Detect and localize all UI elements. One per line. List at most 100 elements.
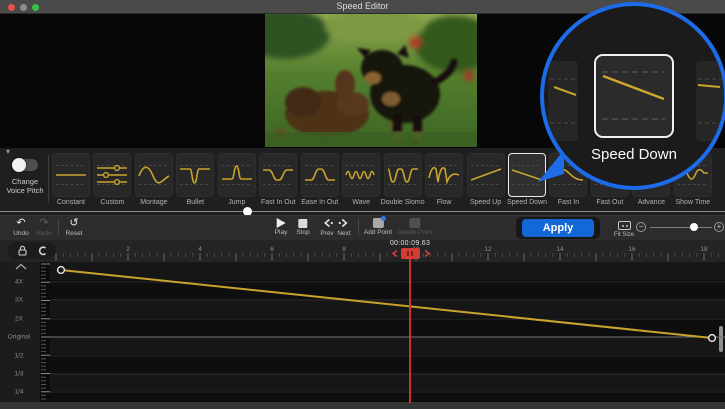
svg-text:2: 2 (126, 246, 130, 253)
stop-label: Stop (296, 229, 309, 236)
preset-thumbnail (467, 153, 505, 197)
preset-label: Speed Up (470, 199, 501, 206)
reset-icon: ↺ (69, 217, 78, 229)
prev-icon (321, 217, 333, 229)
fit-size-icon[interactable] (618, 221, 631, 230)
preset-curve-icon (385, 160, 421, 190)
prev-label: Prev (320, 230, 333, 237)
zoom-in-button[interactable]: + (714, 222, 724, 232)
preset-label: Fast Out (596, 199, 623, 206)
preset-label: Constant (57, 199, 85, 206)
callout-left-preset-partial (548, 61, 578, 141)
redo-button[interactable]: ↷ Redo (36, 217, 52, 237)
preset-flow[interactable]: Flow (425, 153, 463, 211)
play-icon (277, 218, 286, 228)
svg-text:4: 4 (198, 246, 202, 253)
reset-label: Reset (66, 230, 83, 237)
reset-button[interactable]: ↺ Reset (66, 217, 83, 237)
preset-label: Double Slomo (381, 199, 425, 206)
preset-scrollbar-track[interactable] (0, 211, 725, 212)
next-icon (338, 217, 350, 229)
preset-thumbnail (93, 153, 131, 197)
add-point-button[interactable]: Add Point (364, 217, 392, 236)
next-point-button[interactable]: Next (337, 217, 350, 237)
playhead-left-arrow-icon[interactable] (390, 249, 400, 258)
speed-down-curve (603, 76, 664, 99)
preset-label: Fast In (558, 199, 579, 206)
video-preview[interactable] (265, 14, 477, 147)
preset-label: Advance (638, 199, 665, 206)
preset-curve-icon (177, 160, 213, 190)
undo-button[interactable]: ↶ Undo (13, 217, 29, 237)
divider (358, 219, 359, 235)
play-button[interactable]: Play (275, 217, 288, 236)
add-point-icon (373, 218, 384, 228)
preset-label: Flow (437, 199, 452, 206)
preset-curve-icon (509, 160, 545, 190)
playhead-line[interactable] (409, 259, 411, 403)
curve-mode-icon[interactable] (37, 245, 47, 256)
preset-curve-icon (136, 160, 172, 190)
voice-pitch-label: Change Voice Pitch (0, 177, 50, 195)
preset-thumbnail (135, 153, 173, 197)
preset-custom[interactable]: Custom (93, 153, 131, 211)
next-label: Next (337, 230, 350, 237)
svg-text:14: 14 (556, 246, 564, 253)
speed-curve-canvas[interactable] (0, 262, 725, 402)
divider (48, 155, 49, 203)
svg-text:6: 6 (270, 246, 274, 253)
preset-thumbnail (176, 153, 214, 197)
preset-speed-up[interactable]: Speed Up (467, 153, 505, 211)
zoom-out-button[interactable]: − (636, 222, 646, 232)
preset-label: Speed Down (507, 199, 547, 206)
preset-label: Fast In Out (261, 199, 296, 206)
apply-button[interactable]: Apply (522, 219, 594, 237)
preset-label: Wave (352, 199, 370, 206)
preset-bullet[interactable]: Bullet (176, 153, 214, 211)
stop-button[interactable]: Stop (296, 217, 309, 236)
redo-icon: ↷ (39, 217, 48, 229)
preset-montage[interactable]: Montage (135, 153, 173, 211)
toggle-knob (12, 158, 26, 172)
preset-jump[interactable]: Jump (218, 153, 256, 211)
curve-keyframe-point[interactable] (709, 335, 716, 342)
preset-label: Ease In Out (301, 199, 338, 206)
preset-ease-in-out[interactable]: Ease In Out (301, 153, 339, 211)
preset-thumbnail (384, 153, 422, 197)
collapse-caret-icon[interactable]: ▾ (6, 148, 10, 156)
lock-icon[interactable] (17, 245, 27, 256)
stop-icon (299, 219, 308, 228)
fit-size-label: Fit Size (614, 232, 634, 238)
timeline-ruler[interactable]: 24681012141618 (0, 240, 725, 262)
preset-thumbnail (218, 153, 256, 197)
preset-fast-in-out[interactable]: Fast In Out (259, 153, 297, 211)
play-label: Play (275, 229, 288, 236)
playhead-right-arrow-icon[interactable] (422, 249, 432, 258)
playhead-handle[interactable] (401, 248, 420, 259)
preset-wave[interactable]: Wave (342, 153, 380, 211)
undo-icon: ↶ (16, 217, 25, 229)
preset-constant[interactable]: Constant (52, 153, 90, 211)
preset-curve-icon (343, 160, 379, 190)
preset-double-slomo[interactable]: Double Slomo (384, 153, 422, 211)
magnifier-callout: Speed Down (540, 2, 725, 190)
redo-label: Redo (36, 230, 52, 237)
delete-point-button[interactable]: Delete Point (397, 217, 432, 236)
preset-thumbnail (301, 153, 339, 197)
curve-keyframe-point[interactable] (58, 267, 65, 274)
svg-text:8: 8 (342, 246, 346, 253)
callout-right-preset-partial (696, 61, 725, 141)
bottom-scroll-area[interactable] (0, 402, 725, 409)
zoom-slider-knob[interactable] (690, 223, 698, 231)
puppies-illustration (265, 14, 477, 147)
voice-pitch-toggle[interactable] (12, 159, 38, 171)
axis-scroll-up-icon[interactable] (14, 263, 28, 270)
preset-label: Jump (228, 199, 245, 206)
zoom-slider-track[interactable] (650, 227, 712, 229)
callout-label: Speed Down (544, 146, 724, 163)
preset-curve-icon (53, 160, 89, 190)
preset-thumbnail (52, 153, 90, 197)
svg-text:12: 12 (484, 246, 492, 253)
prev-point-button[interactable]: Prev (320, 217, 333, 237)
preset-speed-down[interactable]: Speed Down (508, 153, 546, 211)
